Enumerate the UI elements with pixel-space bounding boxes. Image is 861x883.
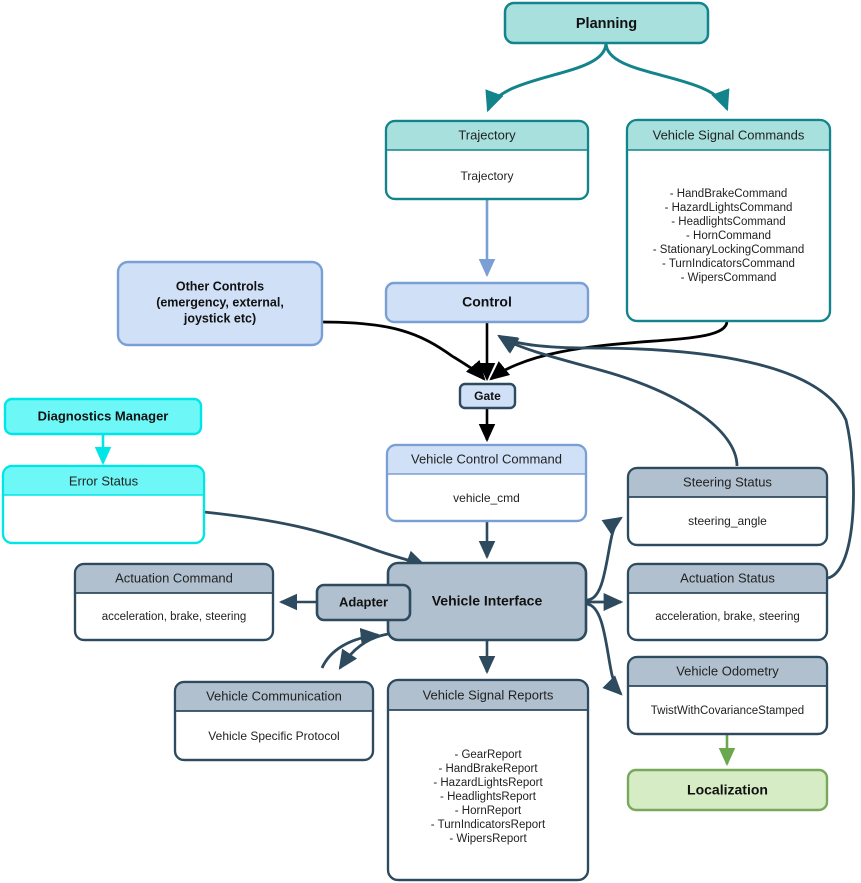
- node-gate[interactable]: Gate: [458, 382, 517, 410]
- vehicle-signal-reports-items: - GearReport - HandBrakeReport - HazardL…: [431, 749, 546, 845]
- node-layer: Planning Trajectory Trajectory Vehicle S…: [1, 1, 832, 882]
- vehicle-odometry-header: Vehicle Odometry: [676, 663, 779, 678]
- vehicle-communication-header: Vehicle Communication: [206, 688, 342, 703]
- vehicle-control-command-body: vehicle_cmd: [453, 491, 520, 505]
- error-status-header: Error Status: [69, 473, 139, 488]
- list-item: - HornCommand: [686, 230, 771, 242]
- other-controls-line-2: (emergency, external,: [156, 295, 284, 309]
- node-localization[interactable]: Localization: [626, 768, 829, 812]
- gate-label: Gate: [474, 389, 501, 403]
- list-item: - HornReport: [455, 805, 522, 817]
- actuation-command-header: Actuation Command: [115, 570, 233, 585]
- list-item: - HeadlightsCommand: [671, 216, 785, 228]
- node-error-status[interactable]: Error Status: [1, 464, 206, 545]
- node-other-controls[interactable]: Other Controls (emergency, external, joy…: [116, 260, 324, 347]
- node-vehicle-signal-reports[interactable]: Vehicle Signal Reports - GearReport - Ha…: [386, 678, 590, 882]
- vehicle-communication-body: Vehicle Specific Protocol: [208, 729, 339, 743]
- steering-status-header: Steering Status: [683, 474, 772, 489]
- trajectory-header: Trajectory: [458, 127, 516, 142]
- list-item: - TurnIndicatorsReport: [431, 819, 546, 831]
- node-vehicle-communication[interactable]: Vehicle Communication Vehicle Specific P…: [173, 680, 375, 762]
- node-vehicle-odometry[interactable]: Vehicle Odometry TwistWithCovarianceStam…: [626, 655, 829, 736]
- node-diagnostics-manager[interactable]: Diagnostics Manager: [3, 397, 203, 436]
- other-controls-line-1: Other Controls: [176, 279, 264, 293]
- node-trajectory[interactable]: Trajectory Trajectory: [384, 119, 590, 201]
- list-item: - HazardLightsReport: [433, 777, 543, 789]
- vehicle-signal-reports-header: Vehicle Signal Reports: [423, 687, 554, 702]
- list-item: - TurnIndicatorsCommand: [662, 258, 795, 270]
- actuation-command-body: acceleration, brake, steering: [102, 611, 246, 623]
- vehicle-odometry-body: TwistWithCovarianceStamped: [651, 705, 804, 717]
- architecture-diagram: Planning Trajectory Trajectory Vehicle S…: [0, 0, 861, 883]
- list-item: - WipersCommand: [681, 272, 777, 284]
- localization-label: Localization: [687, 782, 768, 798]
- list-item: - StationaryLockingCommand: [653, 244, 805, 256]
- node-actuation-command[interactable]: Actuation Command acceleration, brake, s…: [73, 562, 275, 642]
- list-item: - HandBrakeCommand: [670, 188, 788, 200]
- planning-label: Planning: [576, 16, 637, 32]
- node-planning[interactable]: Planning: [503, 1, 710, 45]
- adapter-label: Adapter: [339, 594, 388, 609]
- list-item: - HandBrakeReport: [438, 763, 538, 775]
- control-label: Control: [462, 294, 512, 310]
- node-actuation-status[interactable]: Actuation Status acceleration, brake, st…: [626, 562, 829, 642]
- steering-status-body: steering_angle: [688, 514, 767, 528]
- actuation-status-header: Actuation Status: [680, 570, 775, 585]
- list-item: - HeadlightsReport: [440, 791, 537, 803]
- node-vehicle-signal-commands[interactable]: Vehicle Signal Commands - HandBrakeComma…: [625, 118, 832, 323]
- list-item: - GearReport: [454, 749, 522, 761]
- node-steering-status[interactable]: Steering Status steering_angle: [626, 466, 829, 547]
- node-vehicle-interface[interactable]: Vehicle Interface: [386, 561, 588, 642]
- vehicle-interface-label: Vehicle Interface: [432, 593, 543, 609]
- node-adapter[interactable]: Adapter: [315, 583, 412, 622]
- node-vehicle-control-command[interactable]: Vehicle Control Command vehicle_cmd: [385, 443, 588, 523]
- trajectory-body: Trajectory: [461, 169, 514, 183]
- other-controls-line-3: joystick etc): [183, 311, 256, 325]
- actuation-status-body: acceleration, brake, steering: [655, 611, 799, 623]
- list-item: - HazardLightsCommand: [665, 202, 793, 214]
- vehicle-signal-commands-header: Vehicle Signal Commands: [653, 127, 805, 142]
- vehicle-control-command-header: Vehicle Control Command: [411, 451, 562, 466]
- diagnostics-manager-label: Diagnostics Manager: [38, 408, 169, 423]
- list-item: - WipersReport: [449, 833, 527, 845]
- node-control[interactable]: Control: [384, 281, 590, 324]
